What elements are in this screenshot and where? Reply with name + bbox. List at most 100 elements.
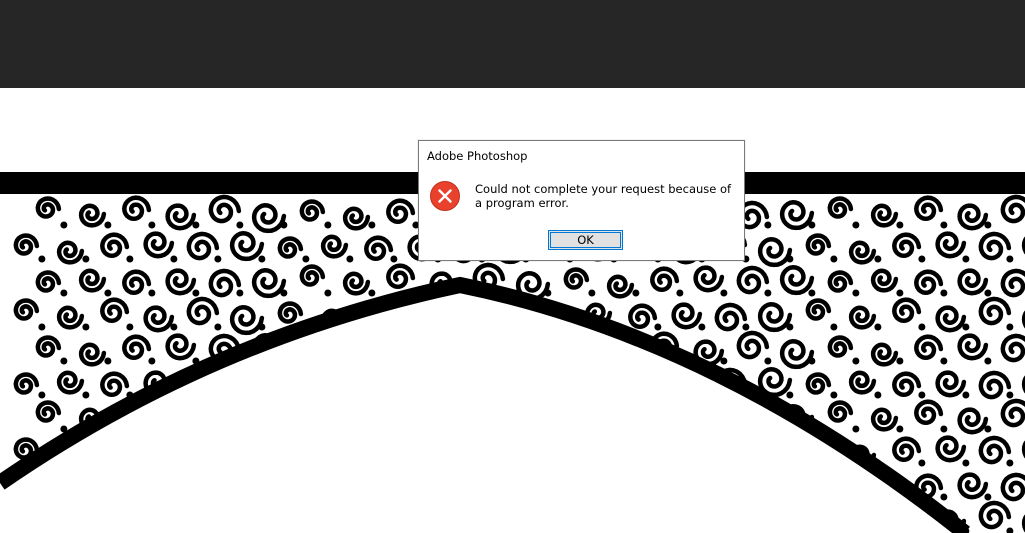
ok-button[interactable]: OK [548, 230, 623, 250]
scroll-ornament [935, 231, 967, 259]
scroll-ornament [56, 305, 85, 330]
scroll-dot [148, 289, 156, 297]
scroll-ornament [671, 441, 703, 469]
dialog-title: Adobe Photoshop [427, 149, 528, 163]
scroll-ornament [78, 342, 107, 367]
scroll-ornament [13, 502, 40, 525]
scroll-dot [544, 493, 552, 501]
scroll-ornament [1000, 398, 1025, 428]
scroll-ornament [251, 407, 287, 438]
scroll-dot [720, 425, 728, 433]
scroll-dot [742, 527, 750, 533]
scroll-ornament [35, 196, 62, 219]
scroll-dot [390, 391, 398, 399]
scroll-ornament [671, 302, 703, 330]
scroll-ornament [35, 474, 62, 497]
scroll-dot [456, 357, 464, 365]
scroll-dot [1006, 459, 1014, 467]
scroll-ornament [650, 470, 680, 497]
scroll-dot [940, 493, 948, 501]
scroll-dot [698, 323, 706, 331]
scroll-dot [368, 289, 376, 297]
scroll-dot [82, 459, 90, 467]
scroll-dot [962, 391, 970, 399]
scroll-dot [654, 391, 662, 399]
scroll-dot [368, 357, 376, 365]
scroll-dot [566, 459, 574, 467]
scroll-dot [82, 391, 90, 399]
scroll-ornament [143, 305, 175, 333]
scroll-dot [456, 425, 464, 433]
scroll-dot [918, 391, 926, 399]
scroll-ornament [650, 266, 680, 293]
scroll-dot [808, 221, 816, 229]
scroll-ornament [342, 206, 371, 231]
scroll-ornament [650, 405, 680, 432]
scroll-ornament [407, 438, 439, 466]
scroll-ornament [407, 503, 439, 531]
scroll-dot [280, 493, 288, 501]
scroll-dot [104, 425, 112, 433]
scroll-dot [60, 357, 68, 365]
scroll-dot [126, 527, 134, 533]
scroll-ornament [342, 336, 371, 361]
scroll-ornament [386, 198, 416, 225]
scroll-ornament [515, 475, 551, 506]
scroll-ornament [277, 236, 304, 259]
scroll-ornament [714, 302, 748, 332]
scroll-dot [38, 323, 46, 331]
scroll-ornament [100, 501, 130, 528]
scroll-ornament [957, 407, 989, 435]
scroll-dot [764, 289, 772, 297]
scroll-dot [214, 391, 222, 399]
scroll-ornament [606, 404, 635, 429]
scroll-ornament [848, 240, 877, 265]
scroll-ornament [957, 472, 989, 500]
scroll-ornament [736, 404, 770, 434]
scroll-ornament [56, 509, 85, 533]
scroll-dot [412, 357, 420, 365]
scroll-dot [610, 459, 618, 467]
scroll-dot [786, 323, 794, 331]
scroll-dot [940, 357, 948, 365]
scroll-dot [126, 255, 134, 263]
scroll-dot [390, 527, 398, 533]
scroll-dot [170, 459, 178, 467]
scroll-ornament [56, 240, 85, 265]
scroll-dot [544, 357, 552, 365]
scroll-dot [566, 323, 574, 331]
scroll-ornament [779, 469, 815, 500]
scroll-ornament [122, 195, 152, 222]
scroll-dot [346, 459, 354, 467]
scroll-dot [522, 459, 530, 467]
scroll-dot [82, 255, 90, 263]
scroll-ornament [1000, 194, 1025, 224]
scroll-dot [962, 255, 970, 263]
scroll-ornament [714, 506, 748, 533]
scroll-dot [500, 493, 508, 501]
scroll-ornament [892, 371, 922, 398]
scroll-ornament [848, 305, 877, 330]
scroll-dot [170, 391, 178, 399]
scroll-ornament [122, 269, 152, 296]
scroll-ornament [848, 509, 877, 533]
scroll-dot [940, 289, 948, 297]
scroll-dot [280, 425, 288, 433]
scroll-dot [38, 391, 46, 399]
scroll-dot [60, 493, 68, 501]
scroll-dot [566, 391, 574, 399]
scroll-dot [38, 527, 46, 533]
scroll-ornament [78, 203, 107, 228]
scroll-ornament [1000, 268, 1025, 298]
scroll-dot [1006, 527, 1014, 533]
scroll-dot [764, 221, 772, 229]
scroll-dot [962, 459, 970, 467]
scroll-ornament [584, 441, 613, 466]
scroll-dot [698, 527, 706, 533]
scroll-dot [984, 425, 992, 433]
scroll-dot [896, 425, 904, 433]
scroll-dot [918, 459, 926, 467]
scroll-dot [82, 527, 90, 533]
scroll-ornament [165, 472, 197, 500]
scroll-ornament [229, 435, 265, 466]
